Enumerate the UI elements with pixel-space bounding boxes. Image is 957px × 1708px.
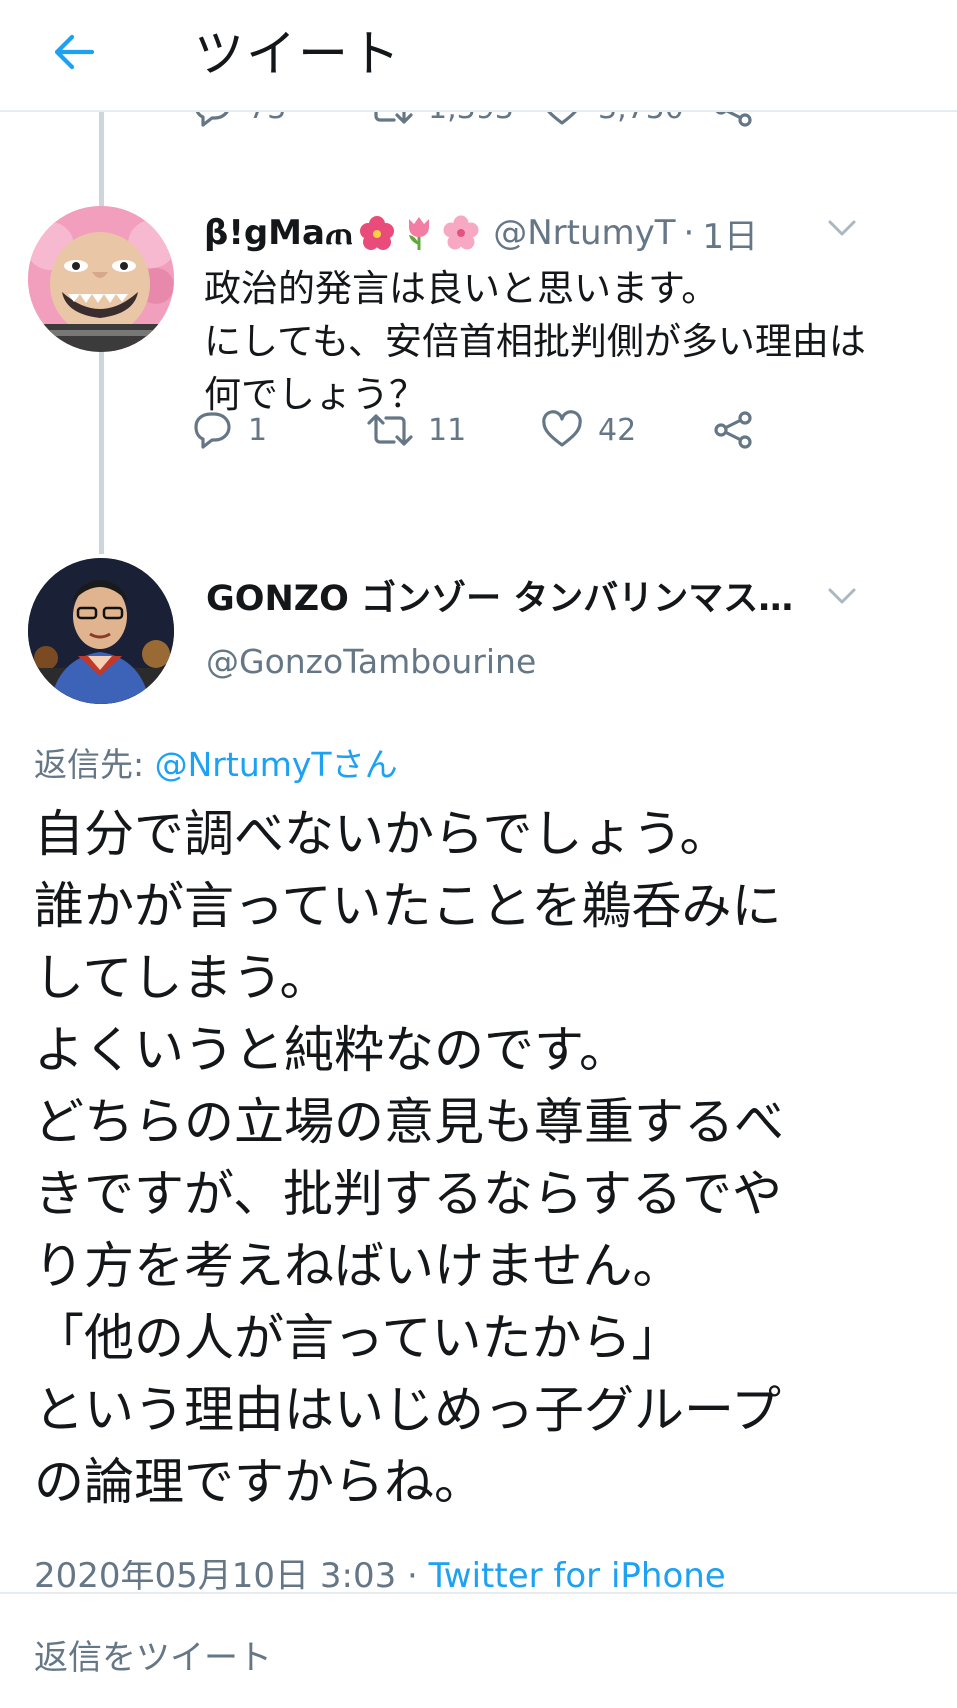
tweet1-reply-count: 1 (248, 412, 268, 448)
retweet-icon (367, 414, 413, 446)
tweet2-via[interactable]: Twitter for iPhone (429, 1560, 726, 1590)
tweet2-line: してしまう。 (34, 949, 330, 1007)
tweet2-line: 自分で調べないからでしょう。 (34, 805, 730, 863)
tweet2-display-name[interactable]: GONZO ゴンゾー タンバリンマス… (206, 570, 793, 621)
tweet1-author-row: β!gMaጠ @NrtumyT · 1日 (204, 208, 758, 258)
reply-input[interactable]: 返信をツイート (34, 1630, 272, 1679)
avatar-image (28, 558, 174, 704)
tweet1-separator: · (683, 213, 695, 253)
name-emojis (359, 215, 479, 251)
tulip-icon (409, 217, 430, 250)
top-bar: ツイート (0, 0, 957, 112)
tweet1-handle[interactable]: @NrtumyT (493, 213, 675, 253)
tweet1-share-button[interactable] (712, 410, 756, 450)
tweet1-text: 政治的発言は良いと思います。 にしても、安倍首相批判側が多い理由は 何でしょう？ (204, 262, 944, 421)
back-arrow-icon (54, 34, 95, 70)
reply-icon (194, 412, 231, 449)
tweet2-line: 誰かが言っていたことを鵜呑みに (34, 877, 782, 935)
tweet1-retweet-button[interactable]: 11 (366, 410, 466, 450)
page-title: ツイート (194, 25, 402, 83)
tweet2-line: どちらの立場の意見も尊重するべ (34, 1093, 784, 1151)
tweet1-line: にしても、安倍首相批判側が多い理由は (204, 320, 866, 363)
tweet1-retweet-count: 11 (428, 412, 467, 448)
reply-bar: 返信をツイート (0, 1592, 957, 1708)
tweet1-menu-button[interactable] (822, 208, 862, 248)
tweet2-line: り方を考えねばいけません。 (34, 1237, 683, 1295)
reply-to-mention[interactable]: @NrtumyTさん (155, 745, 398, 784)
tweet2-handle[interactable]: @GonzoTambourine (206, 642, 536, 681)
tweet2-line: よくいうと純粋なのです。 (34, 1021, 629, 1079)
share-icon (714, 411, 752, 449)
chevron-down-icon (828, 588, 856, 604)
hibiscus-icon (360, 216, 395, 250)
avatar-bigmam[interactable] (28, 206, 174, 352)
tweet2-timestamp: 2020年05月10日 3:03 · (34, 1560, 418, 1590)
back-button[interactable] (44, 22, 104, 82)
tweet2-meta: 2020年05月10日 3:03 · Twitter for iPhone (34, 1560, 934, 1590)
reply-to-line: 返信先: @NrtumyTさん (34, 738, 398, 786)
chevron-down-icon (828, 220, 856, 236)
tweet1-time[interactable]: 1日 (702, 209, 758, 258)
tweet2-text: 自分で調べないからでしょう。 誰かが言っていたことを鵜呑みに してしまう。 よく… (34, 798, 934, 1518)
tweet1-like-count: 42 (598, 412, 637, 448)
tweet2-line: 「他の人が言っていたから」 (34, 1309, 682, 1367)
tweet2-line: きですが、批判するならするでや (34, 1165, 782, 1223)
avatar-gonzo[interactable] (28, 558, 174, 704)
tweet1-like-button[interactable]: 42 (540, 410, 636, 450)
tweet1-reply-button[interactable]: 1 (190, 410, 267, 450)
tweet2-line: という理由はいじめっ子グループ (34, 1381, 781, 1439)
tweet1-display-name[interactable]: β!gMaጠ (204, 213, 353, 253)
tweet2-line: の論理ですからね。 (34, 1453, 484, 1511)
like-icon (542, 410, 582, 447)
tweet2-menu-button[interactable] (822, 576, 862, 616)
reply-to-label: 返信先: (34, 745, 145, 784)
cherry-blossom-icon (443, 215, 479, 250)
tweet1-line: 政治的発言は良いと思います。 (204, 267, 719, 310)
avatar-image (28, 206, 174, 352)
